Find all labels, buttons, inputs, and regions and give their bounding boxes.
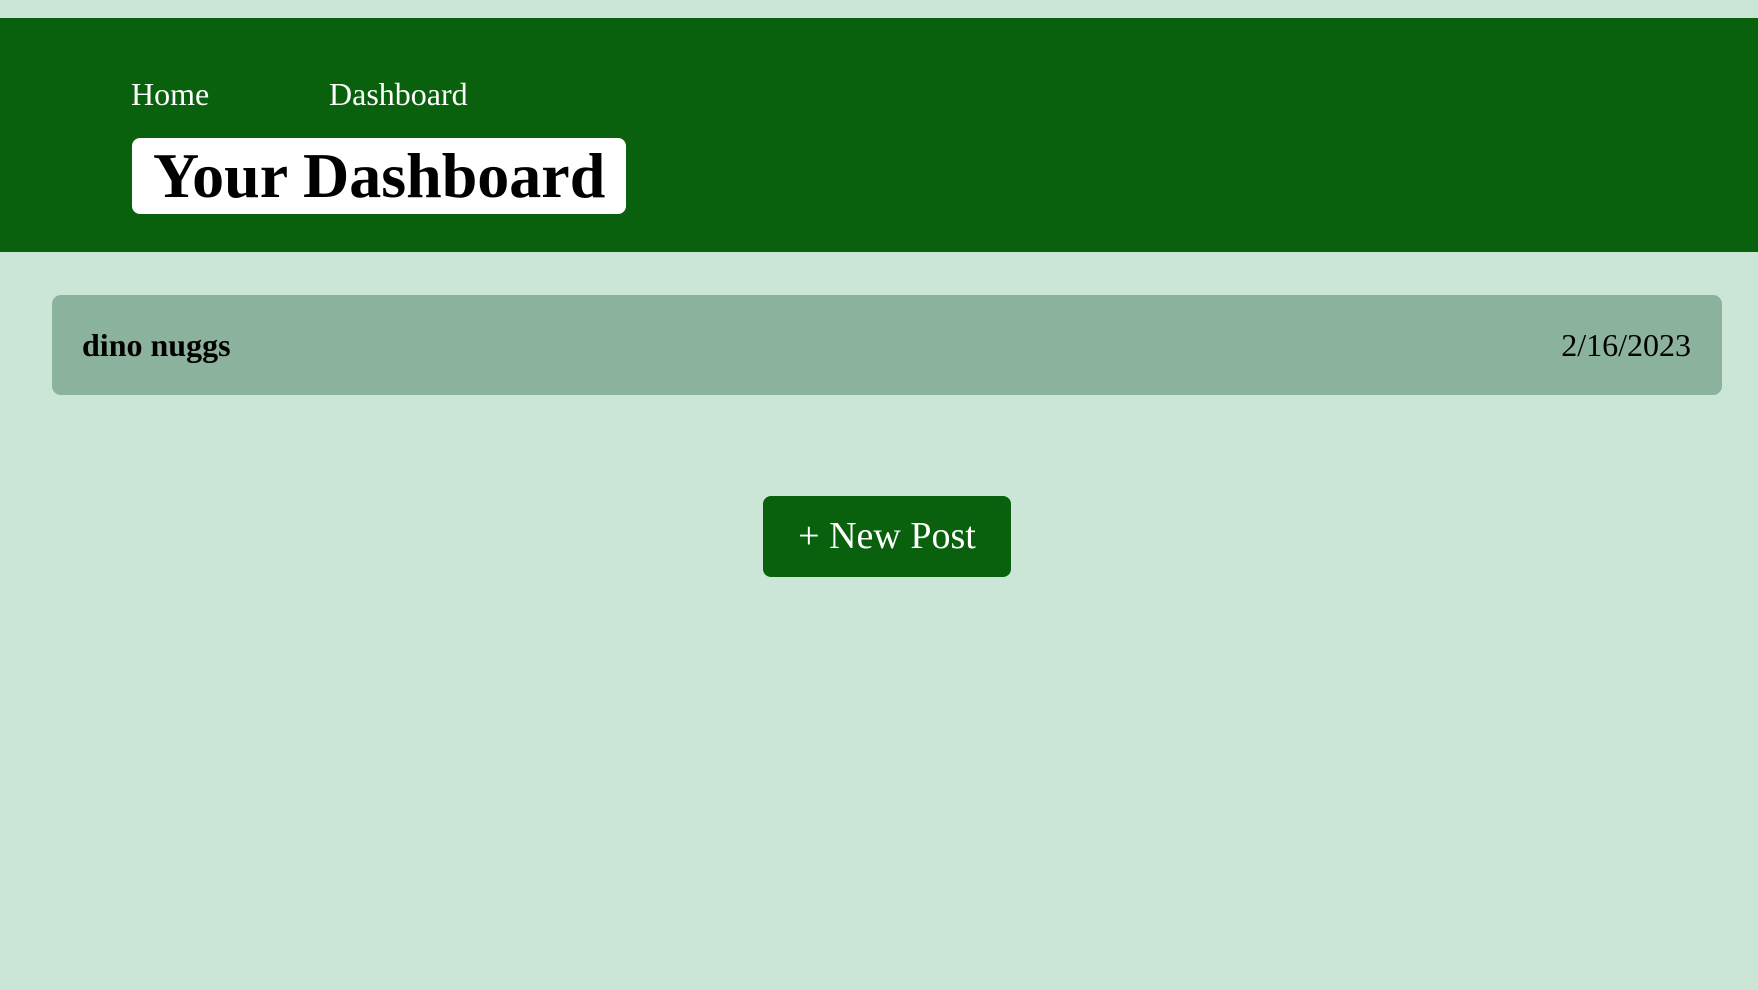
post-date: 2/16/2023	[1561, 326, 1691, 363]
nav-link-home[interactable]: Home	[131, 74, 209, 114]
post-title[interactable]: dino nuggs	[82, 327, 231, 364]
site-header: Home Dashboard Your Dashboard	[0, 18, 1758, 252]
page-title: Your Dashboard	[153, 140, 606, 211]
nav-link-dashboard[interactable]: Dashboard	[329, 74, 468, 114]
post-list-item[interactable]: dino nuggs 2/16/2023	[52, 295, 1722, 395]
new-post-button[interactable]: + New Post	[763, 496, 1011, 577]
page-title-box: Your Dashboard	[132, 138, 627, 214]
